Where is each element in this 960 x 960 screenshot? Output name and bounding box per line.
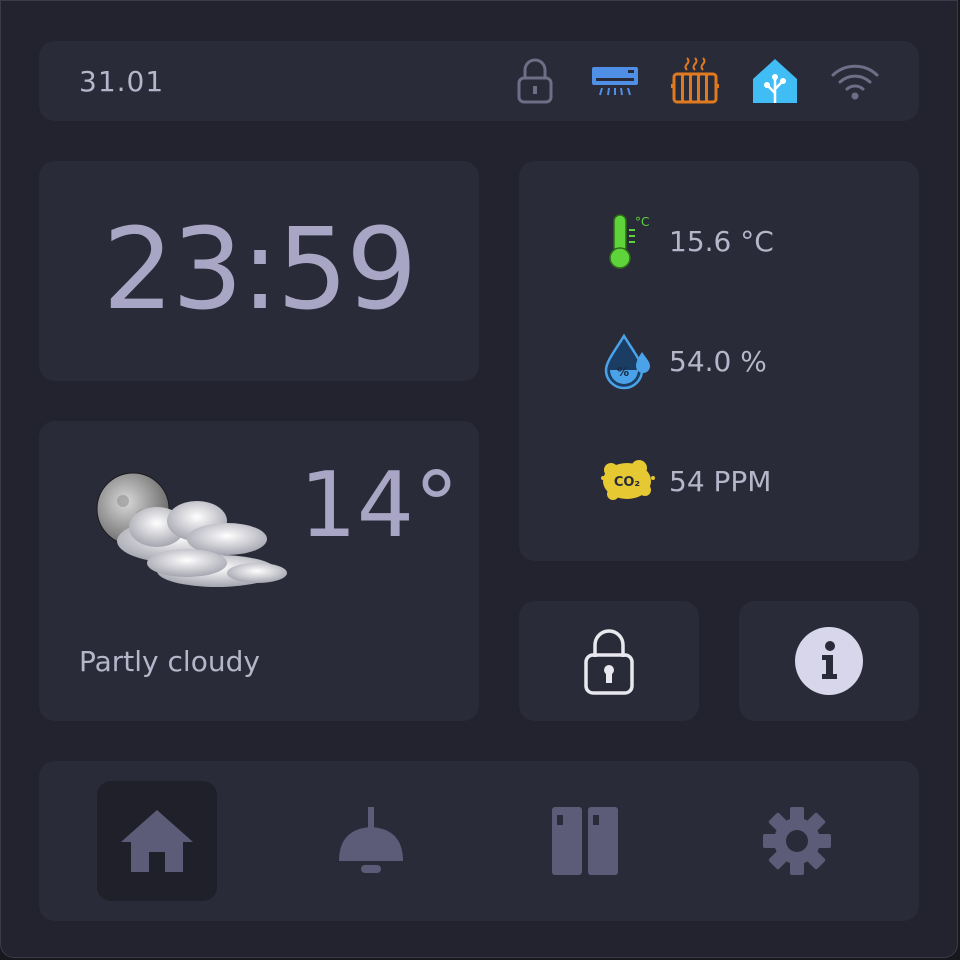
- air-conditioner-icon[interactable]: [589, 55, 641, 107]
- nav-home-button[interactable]: [97, 781, 217, 901]
- co2-value: 54 PPM: [669, 464, 772, 498]
- weather-condition: Partly cloudy: [79, 645, 260, 678]
- status-bar: 31.01: [39, 41, 919, 121]
- co2-icon-text: CO₂: [614, 475, 640, 490]
- home-assistant-icon[interactable]: [749, 55, 801, 107]
- svg-text:%: %: [617, 365, 629, 379]
- nav-lights-button[interactable]: [311, 781, 431, 901]
- night-partly-cloudy-icon: [67, 443, 297, 603]
- temperature-value: 15.6 °C: [669, 224, 774, 258]
- humidity-value: 54.0 %: [669, 344, 767, 378]
- svg-text:°C: °C: [635, 215, 649, 229]
- lock-icon[interactable]: [509, 55, 561, 107]
- sensors-card: °C 15.6 °C % 54.0 % CO₂ 54 PPM: [519, 161, 919, 561]
- clock-time: 23:59: [102, 205, 418, 335]
- thermometer-icon: °C: [599, 211, 655, 271]
- clock-card: 23:59: [39, 161, 479, 381]
- dashboard-screen: 31.01 23:59 °C 15.6 °C % 54.0 % CO₂ 54 P…: [0, 0, 958, 958]
- humidity-sensor[interactable]: % 54.0 %: [599, 331, 899, 391]
- lock-button[interactable]: [519, 601, 699, 721]
- home-icon: [121, 810, 193, 872]
- bottom-navigation: [39, 761, 919, 921]
- temperature-sensor[interactable]: °C 15.6 °C: [599, 211, 899, 271]
- info-icon: [795, 627, 863, 695]
- wifi-icon[interactable]: [829, 55, 881, 107]
- weather-card[interactable]: 14° Partly cloudy: [39, 421, 479, 721]
- co2-icon: CO₂: [599, 451, 655, 511]
- gear-icon: [763, 807, 831, 875]
- info-button[interactable]: [739, 601, 919, 721]
- status-icons: [481, 55, 881, 107]
- nav-covers-button[interactable]: [525, 781, 645, 901]
- radiator-icon[interactable]: [669, 55, 721, 107]
- lock-icon: [584, 629, 634, 695]
- weather-temperature: 14°: [299, 453, 459, 558]
- doors-icon: [552, 807, 618, 875]
- co2-sensor[interactable]: CO₂ 54 PPM: [599, 451, 899, 511]
- ceiling-lamp-icon: [339, 807, 403, 873]
- humidity-icon: %: [599, 331, 655, 391]
- nav-settings-button[interactable]: [737, 781, 857, 901]
- date-label: 31.01: [79, 65, 165, 98]
